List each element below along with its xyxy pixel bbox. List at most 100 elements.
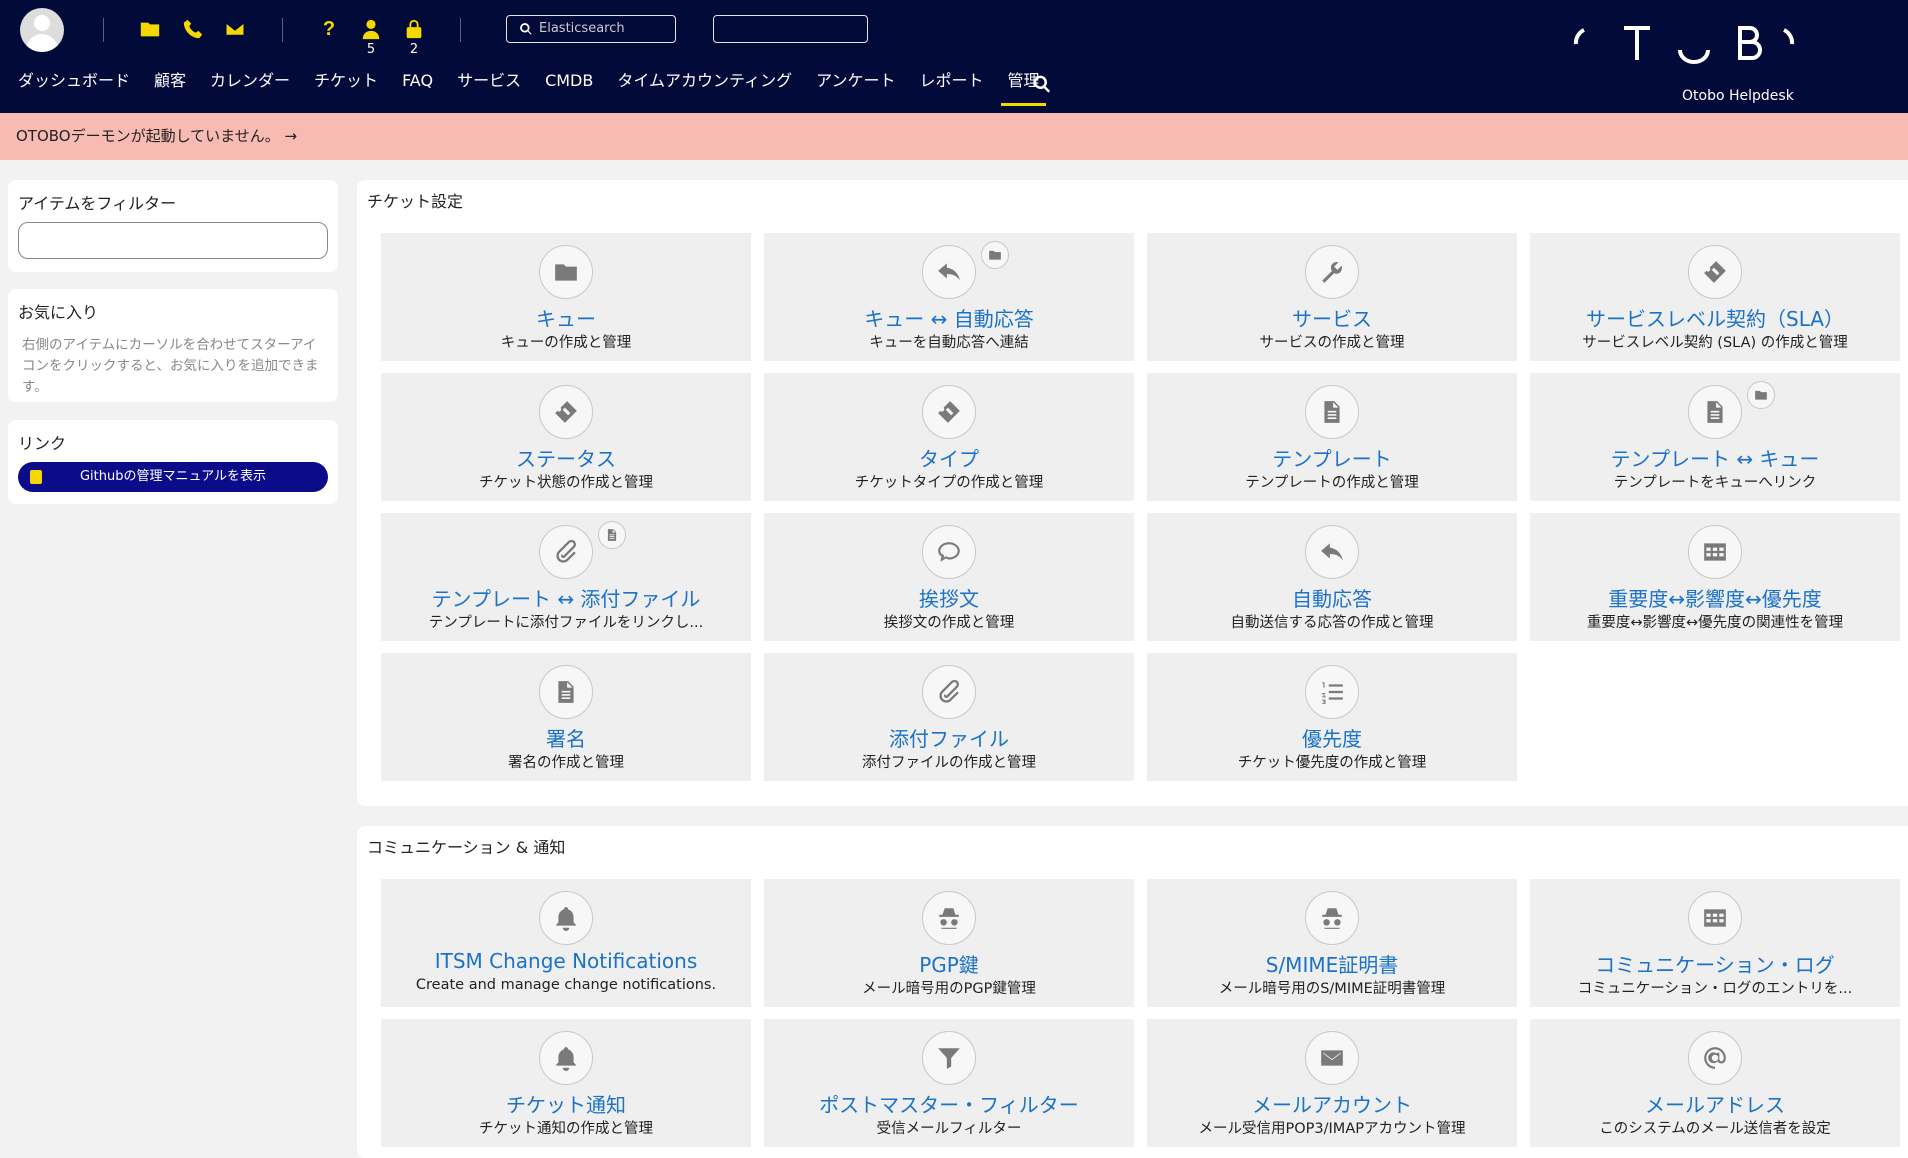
admin-tile[interactable]: キュー ↔ 自動応答 キューを自動応答へ連結 [764, 233, 1134, 361]
search-icon [520, 23, 532, 35]
folder-icon[interactable] [137, 16, 163, 42]
admin-tile[interactable]: テンプレート ↔ キュー テンプレートをキューへリンク [1530, 373, 1900, 501]
filter-title: アイテムをフィルター [18, 194, 177, 213]
nav-item[interactable]: タイムアカウンティング [605, 70, 804, 106]
tile-description: メール受信用POP3/IMAPアカウント管理 [1198, 1121, 1466, 1137]
tile-description: 受信メールフィルター [876, 1121, 1022, 1137]
admin-tile[interactable]: ポストマスター・フィルター受信メールフィルター [764, 1019, 1134, 1147]
tile-title: サービス [1292, 307, 1372, 331]
filter-input[interactable] [18, 222, 328, 259]
nav-item[interactable]: カレンダー [198, 70, 302, 106]
at-icon [1688, 1031, 1742, 1085]
tile-description: 自動送信する応答の作成と管理 [1230, 615, 1434, 631]
nav-item[interactable]: 顧客 [142, 70, 198, 106]
admin-tile[interactable]: 挨拶文 挨拶文の作成と管理 [764, 513, 1134, 641]
tile-title: 署名 [546, 727, 586, 751]
section-title: チケット設定 [367, 192, 464, 211]
github-button-label: Githubの管理マニュアルを表示 [79, 469, 267, 484]
tile-title: メールアカウント [1252, 1093, 1412, 1117]
user-icon[interactable]: 5 [358, 16, 384, 57]
admin-tile[interactable]: メールアカウントメール受信用POP3/IMAPアカウント管理 [1147, 1019, 1517, 1147]
ticket-settings-panel: チケット設定 キュー キューの作成と管理 キュー ↔ 自動応答 キューを自動応答へ連結… [357, 180, 1908, 806]
communication-panel: コミュニケーション & 通知 ITSM Change Notifications… [357, 826, 1908, 1158]
nav-item[interactable]: レポート [907, 70, 995, 106]
search-placeholder: Elasticsearch [539, 21, 625, 36]
user-count: 5 [366, 42, 376, 57]
tile-description: 添付ファイルの作成と管理 [862, 755, 1036, 771]
admin-tile[interactable]: ITSM Change Notifications Create and mana… [381, 879, 751, 1007]
tile-title: ステータス [516, 447, 616, 471]
admin-tile[interactable]: 自動応答自動送信する応答の作成と管理 [1147, 513, 1517, 641]
github-manual-button[interactable]: Githubの管理マニュアルを表示 [18, 462, 328, 492]
envelope-icon [1305, 1031, 1359, 1085]
table-icon [1688, 525, 1742, 579]
daemon-warning-banner[interactable]: OTOBOデーモンが起動していません。 → [0, 113, 1908, 160]
folder-icon [1747, 381, 1775, 409]
tile-title: キュー ↔ 自動応答 [864, 307, 1034, 331]
links-title: リンク [18, 434, 67, 453]
admin-tile[interactable]: ステータスチケット状態の作成と管理 [381, 373, 751, 501]
tile-title: サービスレベル契約（SLA） [1586, 307, 1844, 331]
nav-item[interactable]: アンケート [804, 70, 907, 106]
admin-tile[interactable]: 署名署名の作成と管理 [381, 653, 751, 781]
admin-tile[interactable]: テンプレート テンプレートの作成と管理 [1147, 373, 1517, 501]
ticket-icon [1688, 245, 1742, 299]
admin-tile[interactable]: サービスレベル契約（SLA） サービスレベル契約 (SLA) の作成と管理 [1530, 233, 1900, 361]
filter-icon [922, 1031, 976, 1085]
toolbar-separator [460, 18, 461, 42]
admin-tile[interactable]: 優先度 チケット優先度の作成と管理 [1147, 653, 1517, 781]
admin-tile[interactable]: チケット通知 チケット通知の作成と管理 [381, 1019, 751, 1147]
search-icon[interactable] [1032, 74, 1052, 94]
admin-tile[interactable]: 重要度↔影響度↔優先度 重要度↔影響度↔優先度の関連性を管理 [1530, 513, 1900, 641]
tile-description: コミュニケーション・ログのエントリを... [1577, 981, 1853, 997]
help-icon[interactable]: ? [316, 16, 342, 42]
tile-title: 自動応答 [1292, 587, 1372, 611]
nav-item[interactable]: ダッシュボード [6, 70, 142, 106]
tile-description: 署名の作成と管理 [508, 755, 624, 771]
admin-tile[interactable]: PGP鍵 メール暗号用のPGP鍵管理 [764, 879, 1134, 1007]
tile-title: メールアドレス [1645, 1093, 1785, 1117]
nav-item[interactable]: CMDB [533, 70, 605, 106]
nav-item[interactable]: FAQ [390, 70, 445, 106]
admin-tile[interactable]: コミュニケーション・ログ コミュニケーション・ログのエントリを... [1530, 879, 1900, 1007]
tile-description: 挨拶文の作成と管理 [883, 615, 1015, 631]
admin-tile[interactable]: メールアドレス このシステムのメール送信者を設定 [1530, 1019, 1900, 1147]
tile-description: キューの作成と管理 [500, 335, 632, 351]
admin-tile[interactable]: タイプ チケットタイプの作成と管理 [764, 373, 1134, 501]
bell-icon [539, 1031, 593, 1085]
paperclip-icon [922, 665, 976, 719]
admin-tile[interactable]: キュー キューの作成と管理 [381, 233, 751, 361]
tile-description: サービスレベル契約 (SLA) の作成と管理 [1582, 335, 1848, 351]
tile-title: テンプレート ↔ 添付ファイル [431, 587, 701, 611]
envelope-icon[interactable] [222, 16, 248, 42]
admin-tile[interactable]: 添付ファイル 添付ファイルの作成と管理 [764, 653, 1134, 781]
nav-item[interactable]: チケット [302, 70, 390, 106]
filter-box: アイテムをフィルター [8, 180, 338, 272]
tile-title: タイプ [919, 447, 979, 471]
tile-description: テンプレートをキューへリンク [1613, 475, 1817, 491]
quick-search-input[interactable] [713, 15, 868, 43]
admin-tile[interactable]: サービス サービスの作成と管理 [1147, 233, 1517, 361]
folder-icon [539, 245, 593, 299]
reply-icon [1305, 525, 1359, 579]
links-box: リンク Githubの管理マニュアルを表示 [8, 420, 338, 504]
tile-title: 優先度 [1302, 727, 1362, 751]
tile-description: メール暗号用のPGP鍵管理 [862, 981, 1036, 997]
tile-description: テンプレートに添付ファイルをリンクし... [428, 615, 704, 631]
banner-text: OTOBOデーモンが起動していません。 → [16, 127, 298, 145]
tile-title: テンプレート [1272, 447, 1392, 471]
avatar[interactable] [20, 8, 64, 52]
elasticsearch-input[interactable]: Elasticsearch [506, 15, 676, 43]
table-icon [1688, 891, 1742, 945]
tile-title: ポストマスター・フィルター [819, 1093, 1079, 1117]
admin-tile[interactable]: S/MIME証明書 メール暗号用のS/MIME証明書管理 [1147, 879, 1517, 1007]
book-icon [30, 470, 42, 484]
document-icon [1688, 385, 1742, 439]
tile-description: チケット状態の作成と管理 [479, 475, 653, 491]
lock-icon[interactable]: 2 [401, 16, 427, 57]
wrench-icon [1305, 245, 1359, 299]
phone-icon[interactable] [180, 16, 206, 42]
admin-tile[interactable]: テンプレート ↔ 添付ファイルテンプレートに添付ファイルをリンクし... [381, 513, 751, 641]
speech-bubble-icon [922, 525, 976, 579]
nav-item[interactable]: サービス [445, 70, 533, 106]
